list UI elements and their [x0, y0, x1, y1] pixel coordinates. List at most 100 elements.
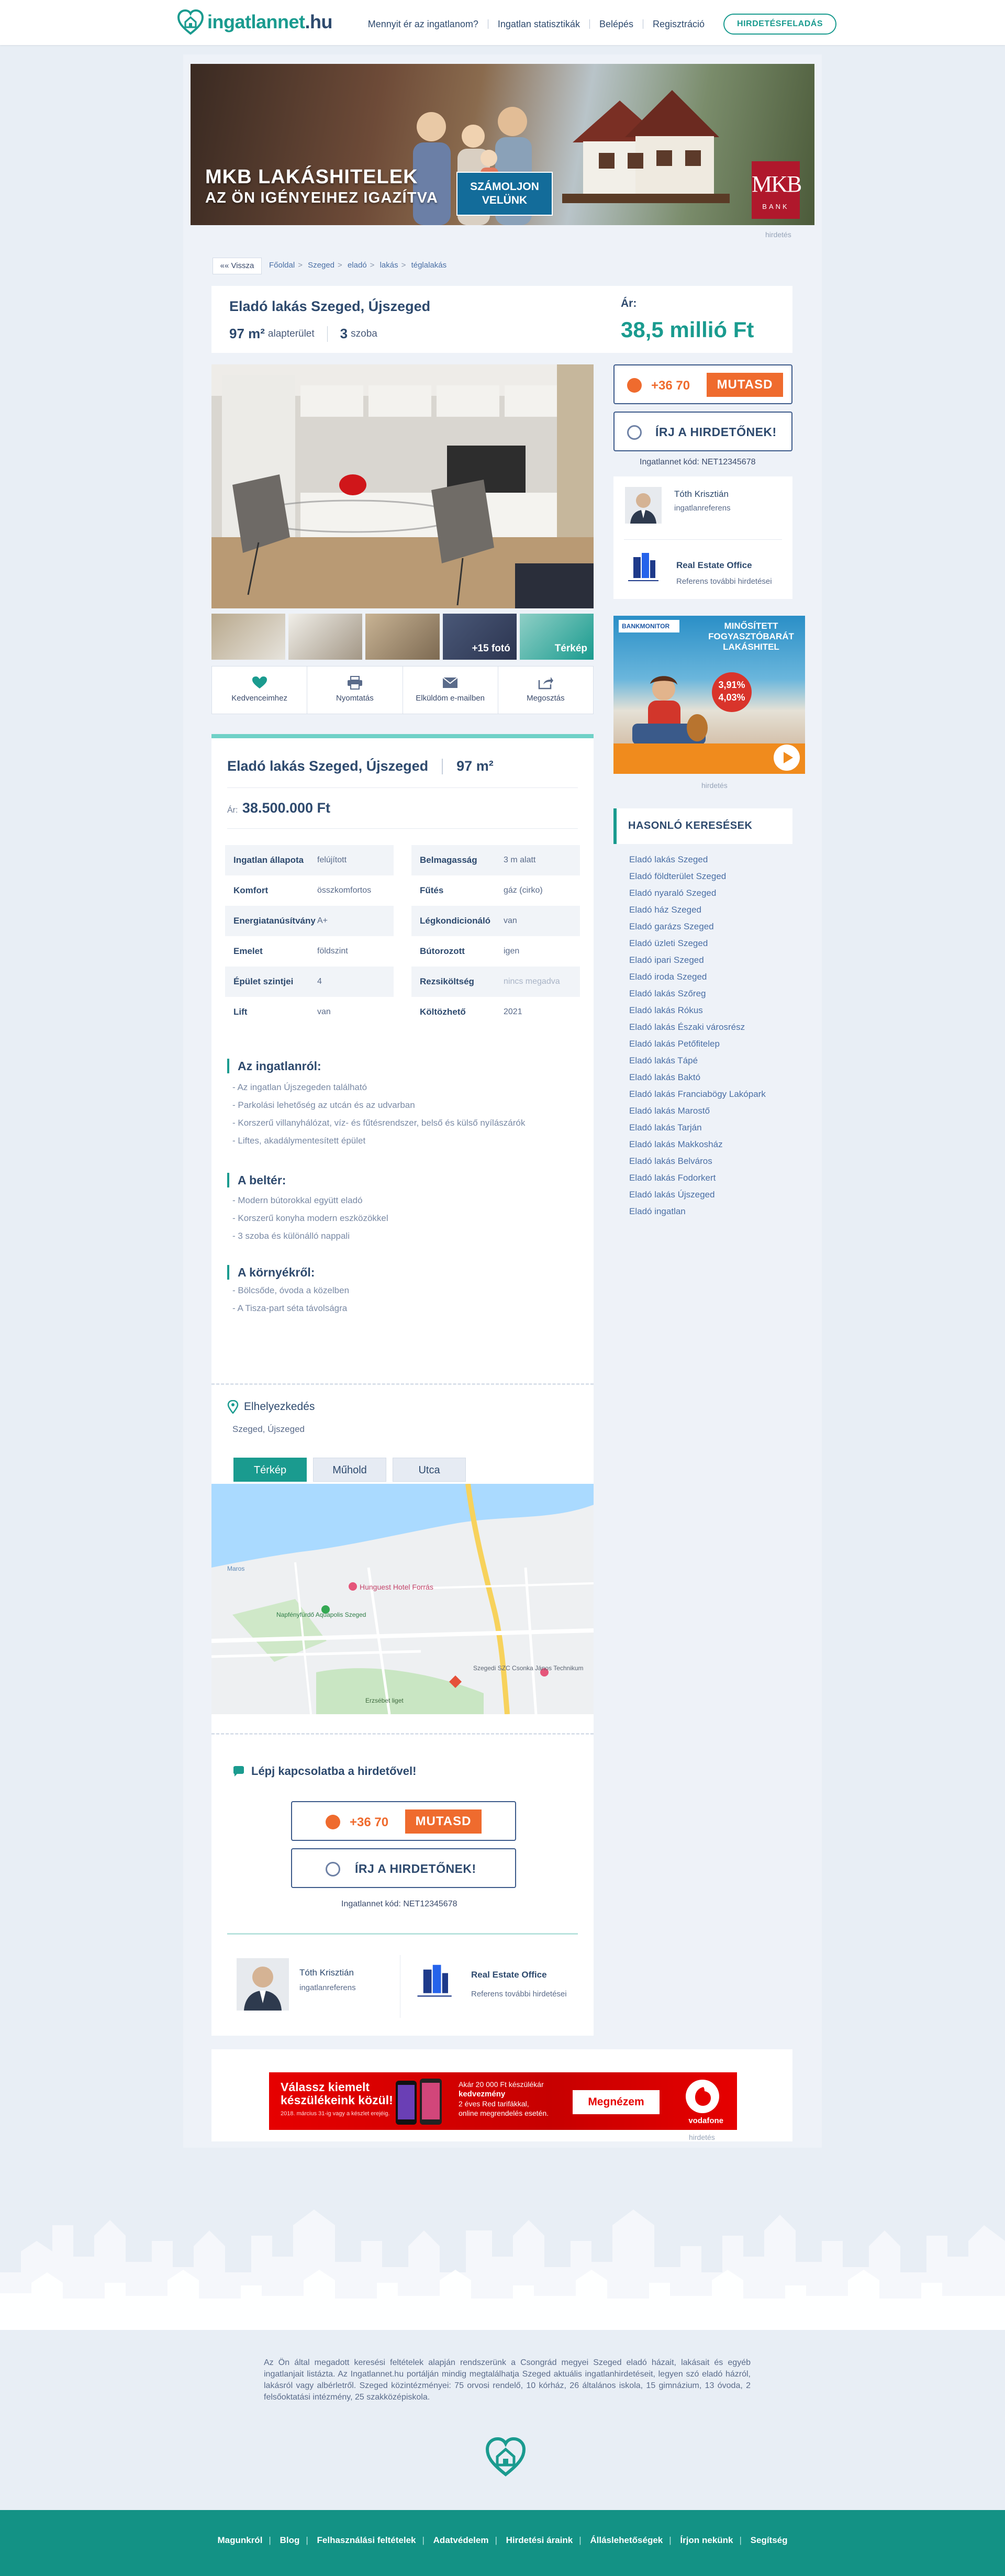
nav-register-link[interactable]: Regisztráció: [643, 15, 714, 33]
property-row: Rezsiköltség nincs megadva: [411, 967, 580, 997]
breadcrumb-item[interactable]: Szeged: [308, 261, 334, 270]
tab-satellite[interactable]: Műhold: [313, 1458, 386, 1482]
footer-link-about[interactable]: Magunkról: [217, 2535, 262, 2545]
similar-search-link[interactable]: Eladó földterület Szeged: [629, 868, 766, 885]
email-label: Elküldöm e-mailben: [416, 694, 485, 703]
nav-statistics-link[interactable]: Ingatlan statisztikák: [488, 15, 589, 33]
property-value: A+: [317, 916, 328, 925]
footer-link-pricing[interactable]: Hirdetési áraink: [506, 2535, 573, 2545]
footer-link-blog[interactable]: Blog: [280, 2535, 300, 2545]
contact-office-name[interactable]: Real Estate Office: [471, 1970, 547, 1980]
footer-link-contact[interactable]: Írjon nekünk: [680, 2535, 733, 2545]
section-item: - Korszerű villanyhálózat, víz- és fűtés…: [232, 1118, 526, 1128]
similar-search-link[interactable]: Eladó lakás Marostő: [629, 1103, 766, 1119]
mkb-bank-logo: MKB BANK: [752, 161, 802, 219]
tab-street[interactable]: Utca: [393, 1458, 466, 1482]
similar-search-link[interactable]: Eladó ipari Szeged: [629, 952, 766, 969]
office-name[interactable]: Real Estate Office: [676, 560, 752, 571]
footer-link-terms[interactable]: Felhasználási feltételek: [317, 2535, 416, 2545]
breadcrumb-item[interactable]: téglalakás: [411, 261, 447, 270]
ad-label: hirdetés: [765, 230, 791, 239]
section-item: - 3 szoba és különálló nappali: [232, 1231, 350, 1241]
similar-search-link[interactable]: Eladó lakás Baktó: [629, 1069, 766, 1086]
more-photos-thumbnail[interactable]: +15 fotó: [442, 614, 517, 660]
similar-search-link[interactable]: Eladó lakás Újszeged: [629, 1186, 766, 1203]
breadcrumb-item[interactable]: lakás: [380, 261, 398, 270]
similar-search-link[interactable]: Eladó lakás Szeged: [629, 851, 766, 868]
similar-search-link[interactable]: Eladó lakás Tápé: [629, 1052, 766, 1069]
agent-avatar[interactable]: [625, 487, 662, 524]
thumbnail[interactable]: [365, 614, 440, 660]
footer-link-jobs[interactable]: Álláslehetőségek: [590, 2535, 663, 2545]
contact-message-button[interactable]: ÍRJ A HIRDETŐNEK!: [291, 1848, 516, 1888]
footer-link-privacy[interactable]: Adatvédelem: [433, 2535, 489, 2545]
thumbnail[interactable]: [211, 614, 286, 660]
similar-search-link[interactable]: Eladó lakás Tarján: [629, 1119, 766, 1136]
location-map[interactable]: Hunguest Hotel Forrás Napfényfürdő Aquap…: [211, 1484, 594, 1714]
footer-link-help[interactable]: Segítség: [751, 2535, 788, 2545]
favorite-button[interactable]: Kedvenceimhez: [212, 667, 308, 714]
tab-map[interactable]: Térkép: [233, 1458, 307, 1482]
similar-search-link[interactable]: Eladó ház Szeged: [629, 902, 766, 918]
ad-calculate-button[interactable]: SZÁMOLJON VELÜNK: [456, 172, 553, 216]
similar-search-link[interactable]: Eladó garázs Szeged: [629, 918, 766, 935]
similar-search-link[interactable]: Eladó üzleti Szeged: [629, 935, 766, 952]
property-value: felújított: [317, 856, 347, 864]
breadcrumb-item[interactable]: eladó: [348, 261, 367, 270]
similar-search-link[interactable]: Eladó lakás Petőfitelep: [629, 1036, 766, 1052]
similar-search-link[interactable]: Eladó lakás Fodorkert: [629, 1170, 766, 1186]
similar-search-link[interactable]: Eladó lakás Északi városrész: [629, 1019, 766, 1036]
sidebar-ad[interactable]: BANKMONITOR MINŐSÍTETT FOGYASZTÓBARÁT LA…: [613, 616, 805, 774]
print-button[interactable]: Nyomtatás: [307, 667, 403, 714]
bottom-banner-ad[interactable]: Válassz kiemelt készülékeink közül! 2018…: [269, 2072, 737, 2130]
play-icon[interactable]: [774, 745, 800, 771]
nav-valuation-link[interactable]: Mennyit ér az ingatlanom?: [359, 15, 488, 33]
show-phone-button[interactable]: +36 70 MUTASD: [613, 364, 792, 404]
footer-logo-icon[interactable]: [485, 2436, 527, 2478]
sidebar-ad-brand: BANKMONITOR: [619, 620, 679, 632]
contact-agent-avatar[interactable]: [237, 1958, 289, 2011]
section-heading-area: A környékről:: [227, 1265, 315, 1280]
email-button[interactable]: Elküldöm e-mailben: [403, 667, 498, 714]
similar-search-link[interactable]: Eladó ingatlan: [629, 1203, 766, 1220]
details-area: 97 m²: [456, 758, 494, 774]
listing-details-card: Eladó lakás Szeged, Újszeged 97 m² Ár: 3…: [211, 734, 594, 2036]
thumbnail[interactable]: [288, 614, 363, 660]
photo-thumbnails: +15 fotó Térkép: [211, 614, 594, 660]
similar-search-link[interactable]: Eladó lakás Makkosház: [629, 1136, 766, 1153]
similar-search-link[interactable]: Eladó iroda Szeged: [629, 969, 766, 985]
message-advertiser-button[interactable]: ÍRJ A HIRDETŐNEK!: [613, 412, 792, 451]
agent-card: Tóth Krisztián ingatlanreferens Real Est…: [613, 476, 792, 599]
similar-search-link[interactable]: Eladó nyaraló Szeged: [629, 885, 766, 902]
price-label: Ár:: [621, 297, 637, 309]
bottom-ad-button[interactable]: Megnézem: [573, 2090, 660, 2114]
post-ad-button[interactable]: HIRDETÉSFELADÁS: [723, 14, 836, 35]
top-banner-ad[interactable]: MKB LAKÁSHITELEK AZ ÖN IGÉNYEIHEZ IGAZÍT…: [191, 64, 814, 225]
similar-search-link[interactable]: Eladó lakás Franciabögy Lakópark: [629, 1086, 766, 1103]
section-list-area: - Bölcsőde, óvoda a közelben - A Tisza-p…: [232, 1282, 349, 1317]
similar-search-link[interactable]: Eladó lakás Szőreg: [629, 985, 766, 1002]
similar-search-link[interactable]: Eladó lakás Belváros: [629, 1153, 766, 1170]
nav-login-link[interactable]: Belépés: [590, 15, 643, 33]
property-key: Költözhető: [420, 1007, 466, 1017]
contact-office-listings-link[interactable]: Referens további hirdetései: [471, 1990, 567, 1998]
property-key: Épület szintjei: [233, 976, 294, 986]
site-logo[interactable]: ingatlannet.hu: [177, 8, 333, 36]
contact-agent-name[interactable]: Tóth Krisztián: [299, 1968, 354, 1978]
contact-real-estate-logo[interactable]: [410, 1961, 457, 2008]
share-button[interactable]: Megosztás: [498, 667, 593, 714]
similar-search-link[interactable]: Eladó lakás Rókus: [629, 1002, 766, 1019]
map-thumbnail[interactable]: Térkép: [519, 614, 594, 660]
agent-name[interactable]: Tóth Krisztián: [674, 489, 729, 499]
listing-title-card: Eladó lakás Szeged, Újszeged 97 m² alapt…: [211, 286, 792, 353]
properties-right: Belmagasság 3 m alatt Fűtés gáz (cirko) Lé…: [411, 845, 580, 1027]
office-listings-link[interactable]: Referens további hirdetései: [676, 577, 772, 586]
main-photo[interactable]: [211, 364, 594, 608]
contact-show-phone-button[interactable]: +36 70 MUTASD: [291, 1801, 516, 1841]
breadcrumb-item[interactable]: Főoldal: [269, 261, 295, 270]
map-label-school: Szegedi SZC Csonka János Technikum: [473, 1664, 584, 1672]
print-label: Nyomtatás: [336, 694, 374, 703]
back-button[interactable]: «« Vissza: [213, 258, 262, 274]
divider: [211, 1733, 594, 1735]
real-estate-logo[interactable]: [622, 550, 664, 592]
